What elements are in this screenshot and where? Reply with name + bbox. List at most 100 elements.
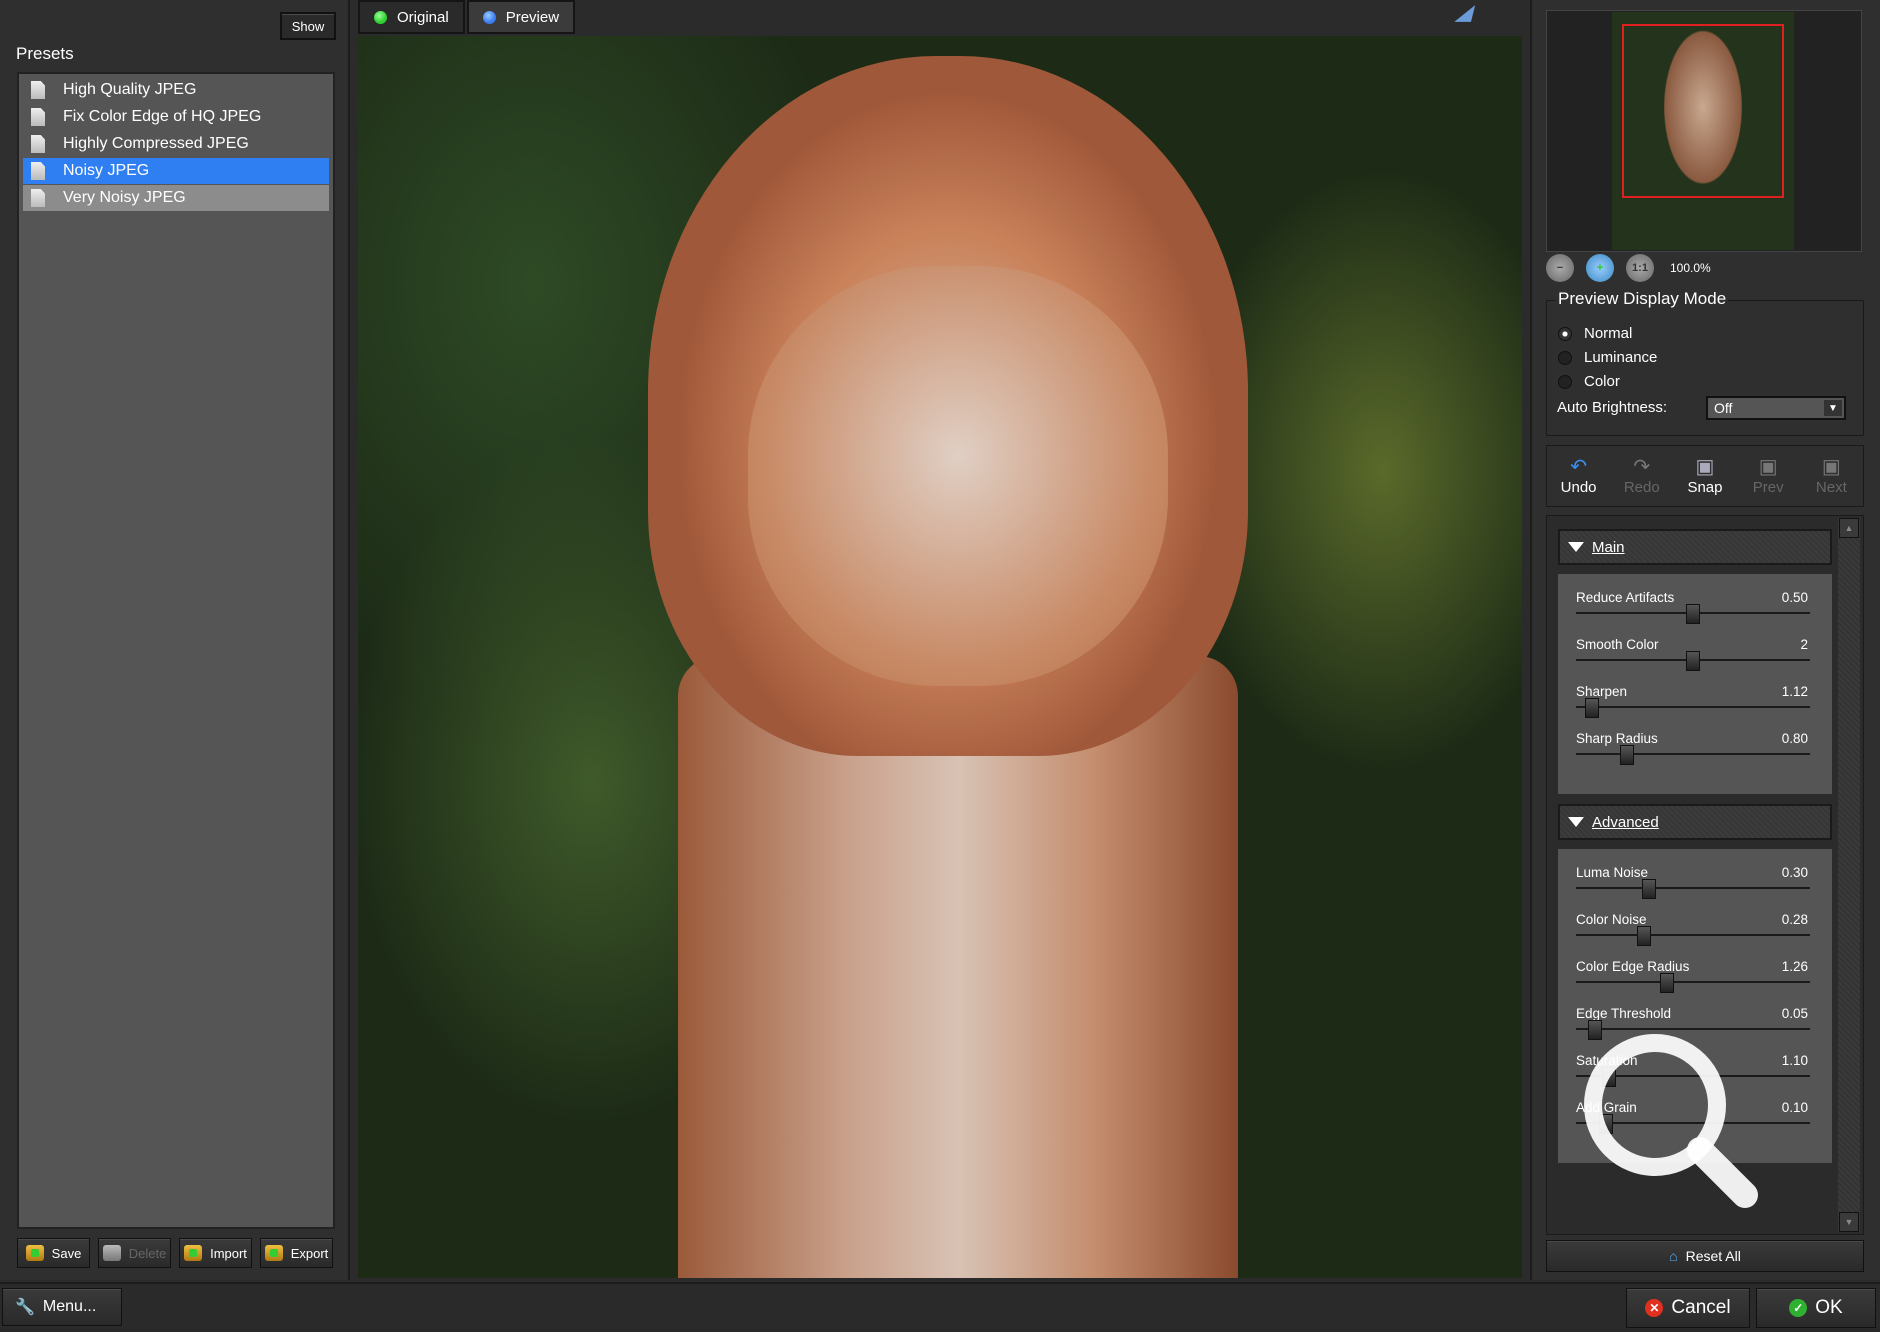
slider-thumb[interactable]	[1585, 698, 1600, 718]
slider-luma-noise[interactable]: Luma Noise 0.30	[1568, 865, 1820, 912]
menu-button[interactable]: 🔧 Menu...	[2, 1288, 122, 1326]
navigator-viewport-rect[interactable]	[1622, 24, 1784, 198]
slider-smooth-color[interactable]: Smooth Color 2	[1568, 637, 1820, 684]
slider-color-edge-radius[interactable]: Color Edge Radius 1.26	[1568, 959, 1820, 1006]
snap-button[interactable]: ▣ Snap	[1677, 457, 1733, 496]
tab-original-label: Original	[397, 8, 449, 26]
redo-icon: ↷	[1633, 455, 1651, 478]
radio-normal[interactable]: Normal	[1558, 325, 1632, 342]
save-preset-button[interactable]: Save	[17, 1238, 90, 1268]
slider-track[interactable]	[1576, 981, 1810, 983]
preset-item[interactable]: High Quality JPEG	[23, 77, 329, 103]
green-dot-icon	[374, 10, 387, 24]
slider-thumb[interactable]	[1641, 879, 1656, 899]
save-label: Save	[51, 1245, 82, 1261]
triangle-down-icon	[1568, 817, 1584, 827]
preset-list: High Quality JPEG Fix Color Edge of HQ JP…	[17, 72, 335, 1229]
preview-display-mode-title: Preview Display Mode	[1556, 289, 1729, 309]
slider-value: 0.10	[1781, 1100, 1808, 1115]
export-icon	[264, 1245, 283, 1261]
ok-button[interactable]: ✓ OK	[1756, 1288, 1876, 1328]
scroll-down-icon[interactable]: ▼	[1839, 1212, 1859, 1232]
slider-label: Color Noise	[1576, 912, 1647, 927]
section-advanced-body: Luma Noise 0.30 Color Noise 0.28 Color Edge …	[1558, 849, 1832, 1163]
slider-saturation[interactable]: Saturation 1.10	[1568, 1053, 1820, 1100]
undo-button[interactable]: ↶ Undo	[1551, 457, 1607, 496]
preset-item[interactable]: Highly Compressed JPEG	[23, 131, 329, 157]
section-main-header[interactable]: Main	[1558, 529, 1832, 565]
settings-scrollbar[interactable]: ▲ ▼	[1838, 518, 1860, 1232]
slider-value: 0.80	[1781, 731, 1808, 746]
preset-item[interactable]: Noisy JPEG	[23, 158, 329, 184]
view-tabs: Original Preview	[358, 0, 576, 34]
slider-sharpen[interactable]: Sharpen 1.12	[1568, 684, 1820, 731]
slider-track[interactable]	[1576, 934, 1810, 936]
preset-label: Noisy JPEG	[63, 162, 150, 179]
tab-preview-label: Preview	[505, 8, 560, 26]
slider-thumb[interactable]	[1620, 745, 1635, 765]
zoom-1to1-icon[interactable]: 1:1	[1626, 254, 1654, 282]
auto-brightness-label: Auto Brightness:	[1557, 399, 1668, 416]
slider-thumb[interactable]	[1636, 926, 1651, 946]
slider-add-grain[interactable]: Add Grain 0.10	[1568, 1100, 1820, 1147]
reset-all-button[interactable]: ⌂ Reset All	[1546, 1240, 1864, 1272]
wrench-icon: 🔧	[15, 1299, 35, 1316]
preset-item[interactable]: Very Noisy JPEG	[23, 185, 329, 211]
preset-actions: Save Delete Import Export	[17, 1238, 333, 1268]
import-preset-button[interactable]: Import	[179, 1238, 252, 1268]
bottom-bar	[0, 1282, 1880, 1332]
radio-color[interactable]: Color	[1558, 373, 1620, 390]
next-button[interactable]: ▣ Next	[1803, 457, 1859, 496]
import-icon	[184, 1245, 203, 1261]
slider-value: 0.05	[1781, 1006, 1808, 1021]
show-button[interactable]: Show	[280, 12, 336, 40]
redo-button[interactable]: ↷ Redo	[1614, 457, 1670, 496]
prev-button[interactable]: ▣ Prev	[1740, 457, 1796, 496]
snap-label: Snap	[1687, 478, 1723, 496]
export-preset-button[interactable]: Export	[260, 1238, 333, 1268]
radio-luminance[interactable]: Luminance	[1558, 349, 1657, 366]
slider-sharp-radius[interactable]: Sharp Radius 0.80	[1568, 731, 1820, 778]
auto-brightness-select[interactable]: Off ▼	[1706, 396, 1846, 420]
slider-reduce-artifacts[interactable]: Reduce Artifacts 0.50	[1568, 590, 1820, 637]
slider-label: Add Grain	[1576, 1100, 1637, 1115]
preview-image[interactable]	[358, 36, 1522, 1278]
cancel-button[interactable]: ✕ Cancel	[1626, 1288, 1750, 1328]
slider-track[interactable]	[1576, 706, 1810, 708]
import-label: Import	[210, 1245, 247, 1261]
slider-track[interactable]	[1576, 753, 1810, 755]
document-icon	[31, 162, 45, 180]
reset-icon: ⌂	[1669, 1248, 1678, 1264]
slider-track[interactable]	[1576, 1028, 1810, 1030]
preset-label: Very Noisy JPEG	[63, 189, 186, 206]
zoom-out-icon[interactable]: −	[1546, 254, 1574, 282]
slider-thumb[interactable]	[1660, 973, 1675, 993]
tab-original[interactable]: Original	[358, 0, 465, 34]
zoom-in-icon[interactable]: +	[1586, 254, 1614, 282]
slider-thumb[interactable]	[1587, 1020, 1602, 1040]
camera-icon: ▣	[1695, 455, 1715, 478]
radio-icon	[1558, 350, 1572, 365]
section-advanced-header[interactable]: Advanced	[1558, 804, 1832, 840]
delete-preset-button[interactable]: Delete	[98, 1238, 171, 1268]
slider-thumb[interactable]	[1686, 651, 1700, 671]
slider-thumb[interactable]	[1601, 1067, 1616, 1087]
slider-thumb[interactable]	[1686, 604, 1700, 624]
slider-label: Reduce Artifacts	[1576, 590, 1675, 605]
zoom-controls: − + 1:1 100.0%	[1546, 254, 1711, 282]
slider-thumb[interactable]	[1599, 1114, 1614, 1134]
delete-icon	[102, 1245, 121, 1261]
save-icon	[25, 1245, 44, 1261]
presets-title: Presets	[16, 44, 74, 63]
redo-label: Redo	[1623, 478, 1660, 496]
ok-label: OK	[1815, 1297, 1843, 1318]
slider-edge-threshold[interactable]: Edge Threshold 0.05	[1568, 1006, 1820, 1053]
slider-value: 2	[1800, 637, 1808, 652]
document-icon	[31, 135, 45, 153]
preset-item[interactable]: Fix Color Edge of HQ JPEG	[23, 104, 329, 130]
slider-color-noise[interactable]: Color Noise 0.28	[1568, 912, 1820, 959]
scroll-up-icon[interactable]: ▲	[1839, 518, 1859, 538]
radio-icon	[1558, 374, 1572, 389]
slider-track[interactable]	[1576, 887, 1810, 889]
tab-preview[interactable]: Preview	[466, 0, 576, 34]
